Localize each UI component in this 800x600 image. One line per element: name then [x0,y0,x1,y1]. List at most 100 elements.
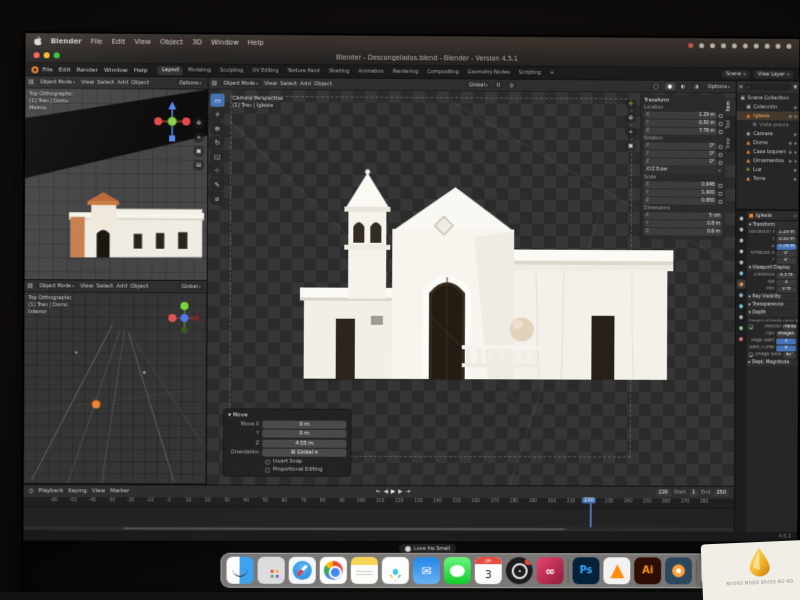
jump-to-start-button[interactable]: ⇤ [376,489,381,495]
status-control-center-icon[interactable] [786,44,791,49]
dock-notes-icon[interactable] [351,557,378,584]
dock-calendar-icon[interactable]: JUE3 [475,557,502,584]
move-gizmo[interactable] [152,101,192,147]
next-keyframe-button[interactable]: ▶ [398,489,402,495]
viewport-menu-view[interactable]: View [264,80,277,86]
eye-toggle-icon[interactable]: ◉ [788,149,791,154]
dock-chrome-icon[interactable] [320,557,347,584]
lock-icon[interactable] [719,122,723,126]
shading-wireframe-icon[interactable]: ◯ [650,83,662,90]
camera-toggle-icon[interactable]: ◈ [794,114,797,119]
timeline-menu-keying[interactable]: Keying [68,488,87,494]
property-field[interactable]: 1 [776,338,796,344]
eye-toggle-icon[interactable]: ◉ [793,167,796,172]
tool-transform[interactable]: ⊹ [210,164,224,177]
eye-toggle-icon[interactable]: ◉ [794,131,797,136]
status-users-icon[interactable] [699,43,704,48]
rotation-field-y[interactable]: Y0° [644,150,717,157]
workspace-tab-compositing[interactable]: Compositing [423,68,462,77]
view-layer-selector[interactable]: View Layer ▾ [754,70,794,78]
workspace-tab-animation[interactable]: Animation [354,67,388,76]
status-battery-icon[interactable] [765,44,770,49]
lock-icon[interactable] [719,144,723,148]
dimensions-field-z[interactable]: Z0.6 m [644,228,723,235]
viewport-canvas[interactable]: Top Orthographic(1) Tren | DomoInterior [24,292,207,483]
viewport-menu-object[interactable]: Object [130,283,148,289]
add-workspace-button[interactable]: + [546,68,558,77]
timeline-menu-playback[interactable]: Playback [38,488,63,494]
sidebar-tab-item[interactable]: Item [726,97,736,115]
property-field[interactable]: Z [777,279,797,285]
property-field[interactable]: 0 m [776,286,796,292]
redo-checkbox-proportional-editing[interactable]: Proportional Editing [265,467,346,473]
mode-select[interactable]: Object Mode▾ [36,282,77,289]
eye-toggle-icon[interactable]: ◉ [788,140,791,145]
properties-tab-scene[interactable]: ● [737,258,746,267]
tool-move[interactable]: ⊕ [210,122,224,135]
menubar-item-view[interactable]: View [134,37,151,45]
lock-icon[interactable] [719,152,723,156]
property-field[interactable]: Imagen [776,331,796,337]
workspace-tab-geometry-nodes[interactable]: Geometry Nodes [464,68,514,77]
location-field-z[interactable]: Z7.78 m [644,128,717,135]
dock-blender-icon[interactable] [665,557,692,584]
redo-checkbox-invert-snap[interactable]: Invert Snap [265,459,346,465]
status-recording-icon[interactable] [688,43,693,48]
eye-toggle-icon[interactable]: ◉ [794,105,797,110]
property-field[interactable]: 1.29 m [777,229,797,235]
eye-toggle-icon[interactable]: ◉ [793,176,796,181]
redo-field-value[interactable]: 0 m [262,430,346,438]
topbar-menu-help[interactable]: Help [134,66,148,73]
location-field-y[interactable]: Y0.50 m [644,120,717,127]
outliner-row-scene-collection[interactable]: ▣Scene Collection [737,93,800,102]
viewport-canvas[interactable]: Camera Perspective(1) Tren | Iglesia ▭+⊕… [207,90,736,486]
editor-type-icon[interactable]: ≡ [739,84,743,90]
outliner-row-vista-previa[interactable]: ⚙Vista previa [737,120,800,129]
start-frame-field[interactable]: 1 [689,489,698,496]
dock-record-icon[interactable] [506,557,533,584]
sidebar-tab-view[interactable]: View [726,134,736,153]
properties-tab-render[interactable]: ● [737,225,746,234]
timeline-body[interactable] [23,507,733,527]
dock-creative-cloud-icon[interactable]: ∞ [537,557,564,584]
topbar-menu-edit[interactable]: Edit [59,66,71,73]
viewport-menu-add[interactable]: Add [117,79,128,85]
workspace-tab-texture-paint[interactable]: Texture Paint [283,67,323,76]
mode-select[interactable]: Object Mode▾ [220,80,261,87]
notification-pill[interactable]: Love his Smell [399,544,456,553]
viewport-menu-view[interactable]: View [80,283,93,289]
location-field-x[interactable]: X1.29 m [644,112,717,119]
properties-tab-view-layer[interactable]: ● [737,247,746,256]
search-icon[interactable]: ⌕ [794,213,797,219]
redo-field-value[interactable]: 0 m [262,420,346,428]
zoom-icon[interactable]: ⊕ [625,112,636,123]
viewport-menu-select[interactable]: Select [97,79,114,85]
property-field[interactable]: 7.78 m [777,243,797,249]
viewport-bottom-orthographic[interactable]: ▧ Object Mode▾ ViewSelectAddObject Globa… [24,280,207,484]
status-phone-icon[interactable] [721,43,726,48]
options-button[interactable]: Options▾ [705,83,733,90]
lock-icon[interactable] [718,199,722,203]
status-search-icon[interactable] [776,44,781,49]
property-field[interactable]: 0° [777,250,797,256]
editor-type-icon[interactable]: ▧ [212,80,218,87]
dock-vlc-icon[interactable] [603,557,630,584]
lock-icon[interactable] [718,183,722,187]
snapping-magnet-icon[interactable]: U [494,82,504,89]
section-header-transparencia[interactable]: ▸ Transparencia [747,302,799,309]
orientation-select[interactable]: Global▾ [179,283,204,290]
viewport-main-camera[interactable]: ▧ Object Mode▾ ViewSelectAddObject Globa… [207,78,736,486]
property-field[interactable]: 0° [777,257,797,263]
rotation-field-x[interactable]: X0° [644,142,717,149]
editor-type-icon[interactable]: ◷ [29,488,34,494]
menubar-item-window[interactable]: Window [211,38,239,46]
timeline-playhead[interactable]: 220 [590,498,592,527]
tool-select[interactable]: ▭ [210,94,224,107]
menubar-item-help[interactable]: Help [248,38,264,46]
section-header-dept-magnitude[interactable]: ▸ Dept. Magnitude [746,359,798,366]
outliner-search-input[interactable]: ⌕ [745,83,792,90]
menubar-item-file[interactable]: File [91,37,103,45]
outliner-row-torre[interactable]: ▲Torre◉ [736,174,799,183]
rotation-field-z[interactable]: Z0° [644,158,717,165]
camera-view-icon[interactable]: ▣ [625,140,636,151]
